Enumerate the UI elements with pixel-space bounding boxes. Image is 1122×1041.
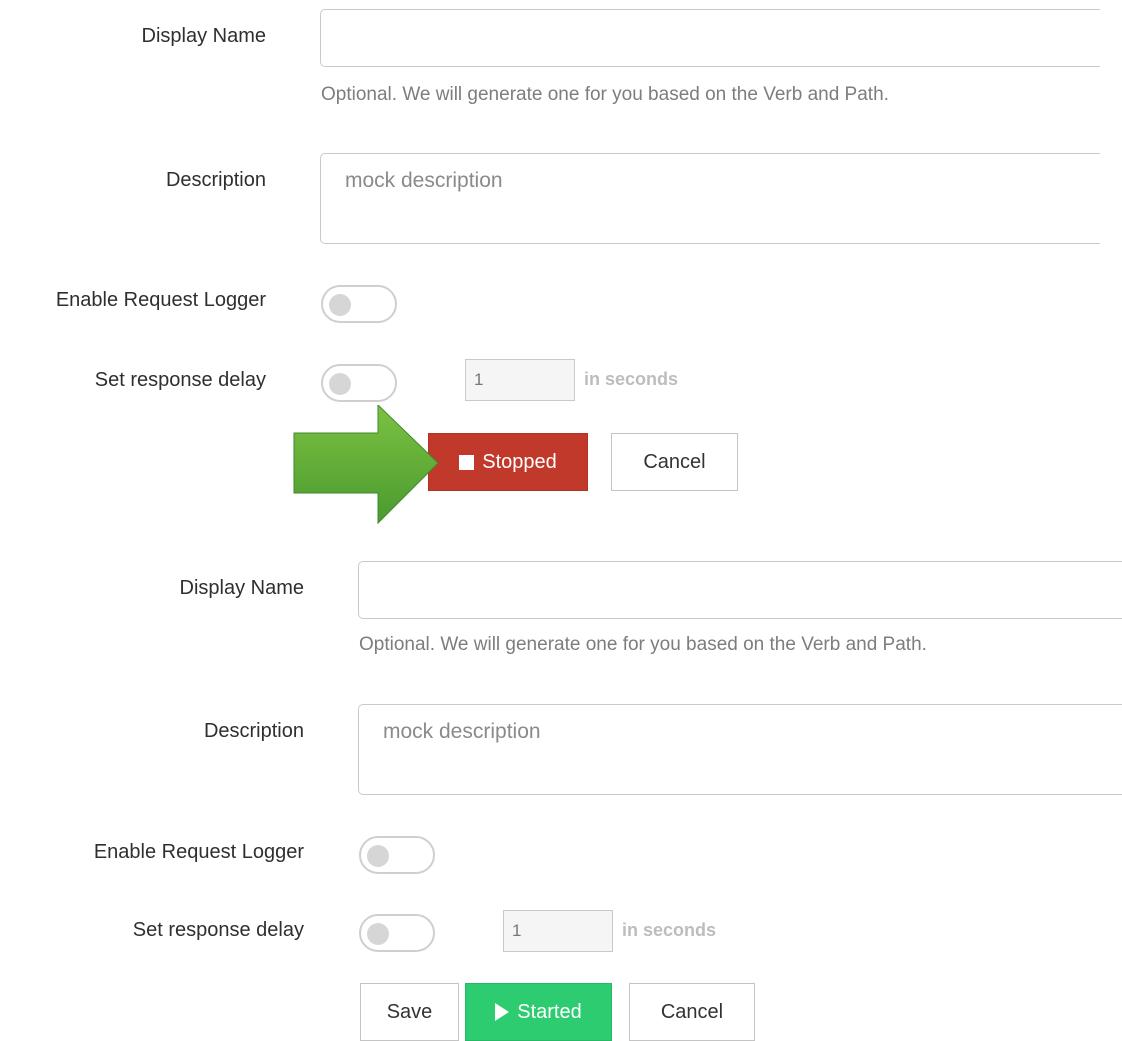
display-name-input[interactable] [320,9,1100,67]
save-button-label: Save [386,1000,433,1023]
started-button[interactable]: Started [465,983,612,1041]
display-name-label: Display Name [179,577,304,599]
display-name-label: Display Name [141,25,266,47]
description-input[interactable] [358,704,1122,795]
stopped-button-label: Stopped [482,450,557,473]
play-icon [495,1003,510,1021]
display-name-help: Optional. We will generate one for you b… [321,84,889,105]
request-logger-label: Enable Request Logger [93,841,304,863]
request-logger-toggle[interactable] [359,836,435,874]
response-delay-input[interactable] [465,359,575,401]
response-delay-unit: in seconds [584,369,679,389]
response-delay-label: Set response delay [94,369,266,391]
description-label: Description [165,169,266,191]
request-logger-toggle[interactable] [321,285,397,323]
save-button[interactable]: Save [360,983,459,1041]
response-delay-input[interactable] [503,910,613,952]
right-arrow-annotation-icon [293,405,439,525]
response-delay-toggle[interactable] [359,914,435,952]
cancel-button-label: Cancel [660,1000,724,1023]
display-name-help: Optional. We will generate one for you b… [359,634,927,655]
toggle-knob [329,294,351,316]
toggle-knob [329,373,351,395]
toggle-knob [367,845,389,867]
display-name-input[interactable] [358,561,1122,619]
toggle-knob [367,923,389,945]
cancel-button[interactable]: Cancel [611,433,738,491]
response-delay-toggle[interactable] [321,364,397,402]
response-delay-label: Set response delay [132,919,304,941]
description-input[interactable] [320,153,1100,244]
cancel-button-label: Cancel [643,450,706,473]
cancel-button[interactable]: Cancel [629,983,755,1041]
description-label: Description [203,720,304,742]
response-delay-unit: in seconds [622,920,717,940]
request-logger-label: Enable Request Logger [55,289,266,311]
started-button-label: Started [517,1000,582,1023]
stop-square-icon [459,454,475,470]
stopped-button[interactable]: Stopped [428,433,588,491]
